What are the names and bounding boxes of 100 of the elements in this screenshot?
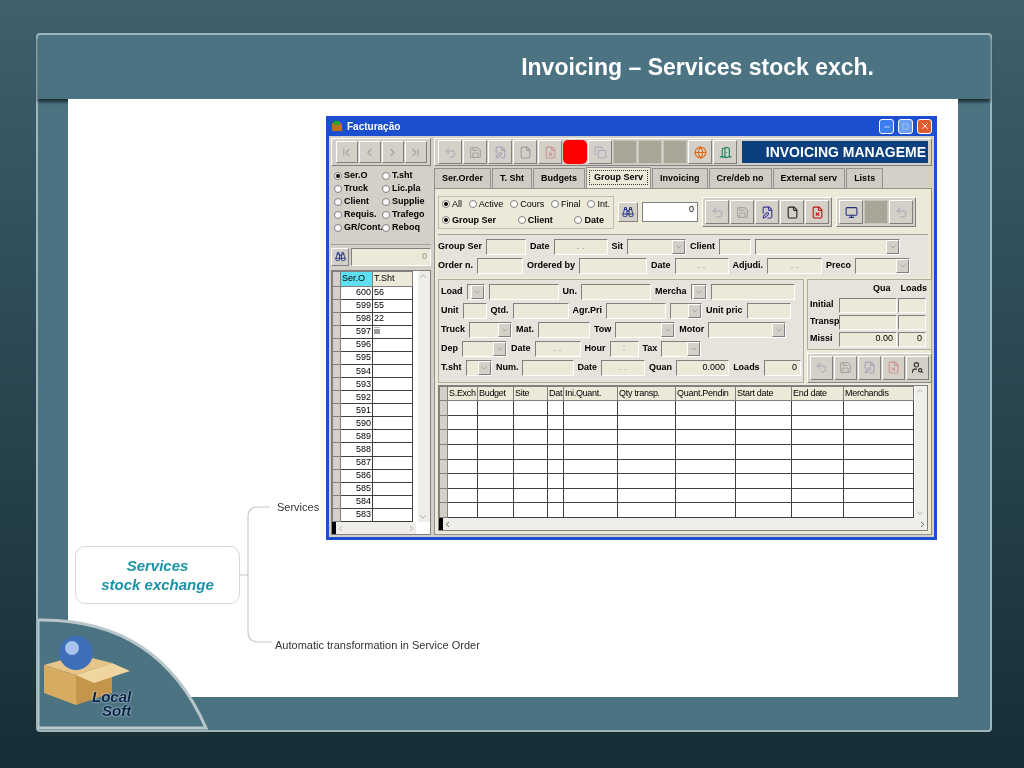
table-cell: 584 bbox=[340, 495, 373, 509]
text-field[interactable] bbox=[746, 302, 791, 319]
text-field[interactable] bbox=[839, 297, 897, 313]
column-header[interactable]: Ini.Quant. bbox=[563, 386, 618, 401]
text-field[interactable] bbox=[839, 314, 897, 330]
radio-option[interactable]: Client bbox=[517, 214, 553, 226]
field-label: Mat. bbox=[516, 322, 534, 336]
column-header[interactable]: Start date bbox=[735, 386, 792, 401]
dropdown[interactable] bbox=[670, 302, 702, 319]
horizontal-scrollbar[interactable] bbox=[332, 522, 416, 534]
table-cell: 591 bbox=[340, 403, 373, 417]
text-field[interactable]: 0.00 bbox=[839, 331, 897, 347]
radio-option[interactable]: Active bbox=[468, 198, 504, 210]
radio-option[interactable]: Trafego bbox=[382, 209, 428, 220]
column-header[interactable]: Site bbox=[513, 386, 548, 401]
dropdown[interactable] bbox=[462, 340, 507, 357]
column-header[interactable]: End date bbox=[791, 386, 844, 401]
toolbar-button[interactable] bbox=[780, 200, 804, 224]
field-label: Date bbox=[651, 258, 671, 272]
text-field[interactable] bbox=[579, 257, 648, 274]
tab[interactable]: Lists bbox=[846, 168, 884, 188]
radio-option[interactable]: Supplie bbox=[382, 196, 428, 207]
field-label: Missi bbox=[810, 332, 834, 346]
text-field[interactable]: 0.000 bbox=[676, 359, 730, 376]
column-header[interactable]: T.Sht bbox=[372, 271, 413, 286]
toolbar-button[interactable] bbox=[839, 200, 863, 224]
vertical-scrollbar[interactable] bbox=[915, 385, 927, 518]
text-field[interactable] bbox=[477, 257, 523, 274]
tab[interactable]: Ser.Order bbox=[434, 168, 492, 188]
tab[interactable]: External serv bbox=[772, 168, 846, 188]
dropdown[interactable] bbox=[469, 321, 512, 338]
text-field[interactable] bbox=[719, 238, 752, 255]
text-field[interactable] bbox=[522, 359, 574, 376]
text-field[interactable] bbox=[606, 302, 666, 319]
radio-option[interactable]: Truck bbox=[334, 183, 380, 194]
tab[interactable]: Cre/deb no bbox=[708, 168, 772, 188]
column-header[interactable]: S.Exch bbox=[447, 386, 478, 401]
dropdown[interactable] bbox=[627, 238, 687, 255]
maximize-button[interactable] bbox=[898, 118, 913, 134]
field-label: Truck bbox=[441, 322, 465, 336]
radio-option[interactable]: Ser.O bbox=[334, 170, 380, 181]
field-label: Loads bbox=[733, 360, 760, 374]
column-header[interactable]: Quant.Pendin bbox=[675, 386, 736, 401]
dropdown[interactable] bbox=[466, 283, 485, 300]
minimize-button[interactable] bbox=[879, 118, 894, 134]
text-field[interactable] bbox=[488, 283, 559, 300]
dropdown[interactable] bbox=[690, 283, 707, 300]
radio-option[interactable]: Requis. bbox=[334, 209, 380, 220]
radio-option[interactable]: Group Ser bbox=[442, 214, 496, 226]
text-field[interactable] bbox=[581, 283, 651, 300]
horizontal-scrollbar[interactable] bbox=[439, 518, 927, 530]
text-field[interactable] bbox=[898, 297, 926, 313]
field-label: Tax bbox=[642, 341, 658, 355]
radio-option[interactable]: Int. bbox=[587, 198, 610, 210]
column-header[interactable]: Ser.O bbox=[340, 271, 373, 286]
toolbar-button[interactable] bbox=[906, 355, 929, 380]
radio-option[interactable]: Client bbox=[334, 196, 380, 207]
text-field[interactable] bbox=[512, 302, 569, 319]
toolbar-button[interactable] bbox=[805, 200, 829, 224]
table-cell: 592 bbox=[340, 390, 373, 404]
radio-option[interactable]: All bbox=[442, 198, 462, 210]
close-button[interactable] bbox=[917, 118, 932, 134]
text-field[interactable] bbox=[486, 238, 526, 255]
dropdown[interactable] bbox=[755, 238, 901, 255]
text-field[interactable] bbox=[898, 314, 926, 330]
dropdown[interactable] bbox=[708, 321, 787, 338]
field-label: Sit bbox=[611, 239, 624, 253]
dropdown[interactable] bbox=[661, 340, 702, 357]
table-cell: 595 bbox=[340, 351, 373, 365]
text-field[interactable] bbox=[710, 283, 795, 300]
dropdown[interactable] bbox=[855, 257, 911, 274]
count-field[interactable]: 0 bbox=[642, 202, 698, 222]
scroll-left-icon bbox=[336, 523, 345, 533]
text-field[interactable] bbox=[538, 321, 590, 338]
radio-option[interactable]: Cours bbox=[510, 198, 545, 210]
radio-option[interactable]: T.sht bbox=[382, 170, 428, 181]
tab[interactable]: T. Sht bbox=[492, 168, 533, 188]
text-field[interactable]: 0 bbox=[763, 359, 801, 376]
dropdown[interactable] bbox=[615, 321, 676, 338]
column-header[interactable]: Qty transp. bbox=[617, 386, 676, 401]
radio-option[interactable]: Final bbox=[551, 198, 581, 210]
text-field[interactable]: 0 bbox=[898, 331, 926, 347]
search-button[interactable] bbox=[331, 247, 349, 266]
dropdown[interactable] bbox=[465, 359, 492, 376]
stop-button[interactable] bbox=[563, 140, 587, 164]
radio-option[interactable]: Date bbox=[574, 214, 604, 226]
tab[interactable]: Budgets bbox=[533, 168, 586, 188]
table-cell: 589 bbox=[340, 429, 373, 443]
vertical-scrollbar[interactable] bbox=[418, 271, 430, 522]
tab[interactable]: Group Serv bbox=[586, 167, 652, 188]
table-cell: 586 bbox=[340, 469, 373, 483]
radio-option[interactable]: Lic.pla bbox=[382, 183, 428, 194]
text-field[interactable] bbox=[462, 302, 487, 319]
search-button[interactable] bbox=[618, 202, 638, 222]
radio-option[interactable]: Reboq bbox=[382, 222, 428, 233]
table-cell bbox=[372, 416, 413, 430]
toolbar-button[interactable] bbox=[755, 200, 779, 224]
column-header[interactable]: Merchandis bbox=[843, 386, 914, 401]
tab[interactable]: Invoicing bbox=[652, 168, 708, 188]
column-header[interactable]: Budget bbox=[477, 386, 514, 401]
